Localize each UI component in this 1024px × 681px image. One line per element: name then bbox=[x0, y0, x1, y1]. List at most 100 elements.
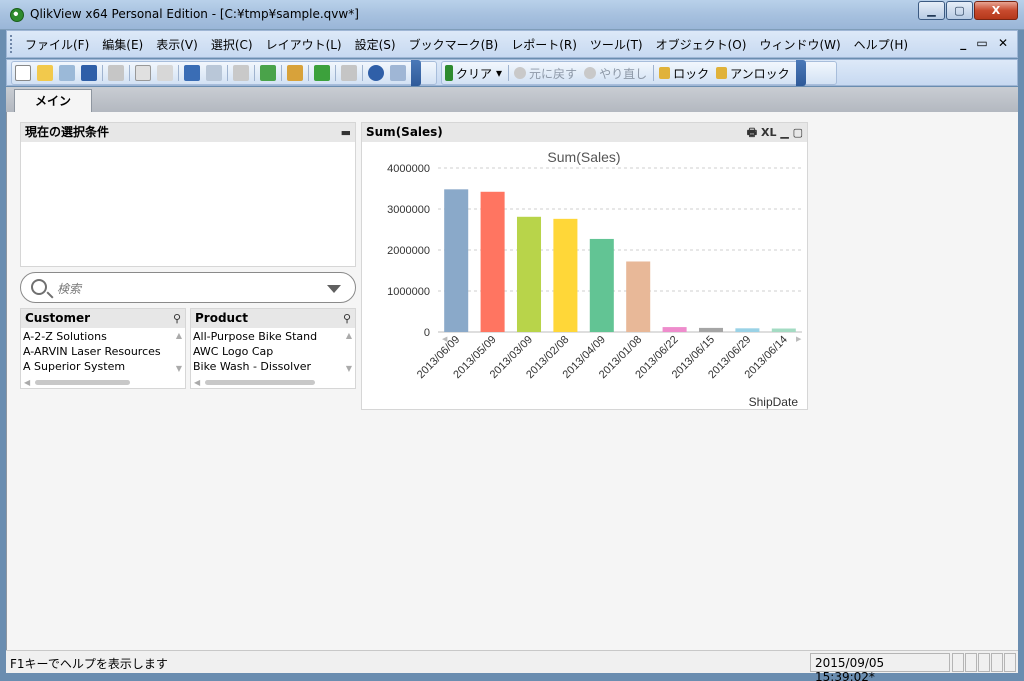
unlock-icon[interactable] bbox=[716, 67, 728, 79]
toolbar-overflow-chevron[interactable] bbox=[795, 60, 806, 86]
edit-icon[interactable] bbox=[341, 65, 357, 81]
search-icon[interactable]: ⚲ bbox=[173, 309, 181, 328]
dropdown-arrow-icon[interactable] bbox=[327, 285, 341, 293]
close-button[interactable]: X bbox=[974, 1, 1018, 20]
open-folder-icon[interactable] bbox=[37, 65, 53, 81]
chart-caption-title: Sum(Sales) bbox=[366, 125, 443, 139]
tab-main[interactable]: メイン bbox=[14, 89, 92, 114]
document-window-controls[interactable]: _ ▭ ✕ bbox=[960, 36, 1011, 50]
menu-reports[interactable]: レポート(R) bbox=[506, 36, 585, 53]
toolbar-separator bbox=[129, 65, 130, 81]
y-tick-label: 4000000 bbox=[387, 163, 430, 175]
current-selections-box[interactable]: 現在の選択条件 ▬ bbox=[20, 122, 356, 267]
unlock-button[interactable]: アンロック bbox=[730, 65, 790, 82]
menu-bookmarks[interactable]: ブックマーク(B) bbox=[404, 36, 507, 53]
menu-edit[interactable]: 編集(E) bbox=[97, 36, 151, 53]
clear-icon[interactable] bbox=[445, 65, 453, 81]
scroll-up-icon[interactable]: ▲ bbox=[346, 331, 352, 340]
maximize-button[interactable]: ▢ bbox=[946, 1, 973, 20]
checkbox-icon[interactable] bbox=[260, 65, 276, 81]
toolbar-overflow-chevron[interactable] bbox=[411, 60, 421, 86]
bar-chart[interactable]: Sum(Sales)010000002000000300000040000002… bbox=[362, 142, 807, 409]
customer-listbox[interactable]: Customer ⚲ A-2-Z Solutions A-ARVIN Laser… bbox=[20, 308, 186, 389]
clear-dropdown-chevron-icon[interactable]: ▾ bbox=[496, 66, 502, 80]
product-title: Product bbox=[195, 311, 248, 325]
chart-caption-icons[interactable]: 🖶 XL ▁ ▢ bbox=[747, 123, 803, 142]
list-item[interactable]: A Superior System bbox=[23, 360, 125, 373]
undo-selection-button[interactable]: 元に戻す bbox=[529, 65, 577, 82]
horizontal-scrollbar[interactable] bbox=[35, 380, 130, 385]
menu-view[interactable]: 表示(V) bbox=[151, 36, 206, 53]
scroll-left-icon[interactable]: ◀ bbox=[194, 378, 200, 387]
list-item[interactable]: A-2-Z Solutions bbox=[23, 330, 107, 343]
menu-layout[interactable]: レイアウト(L) bbox=[261, 36, 350, 53]
search-icon[interactable]: ⚲ bbox=[343, 309, 351, 328]
menu-tools[interactable]: ツール(T) bbox=[585, 36, 651, 53]
toolbar-separator bbox=[281, 65, 282, 81]
redo-selection-button[interactable]: やり直し bbox=[599, 65, 647, 82]
x-axis-label: ShipDate bbox=[749, 395, 799, 409]
y-tick-label: 3000000 bbox=[387, 204, 430, 216]
bar bbox=[444, 189, 469, 332]
search-object[interactable]: 検索 bbox=[20, 272, 356, 303]
status-cell bbox=[1004, 653, 1016, 672]
chart-title: Sum(Sales) bbox=[547, 149, 620, 165]
scroll-down-icon[interactable]: ▼ bbox=[346, 364, 352, 373]
customer-title: Customer bbox=[25, 311, 91, 325]
find-icon[interactable] bbox=[233, 65, 249, 81]
forward-icon[interactable] bbox=[584, 67, 597, 79]
scroll-up-icon[interactable]: ▲ bbox=[176, 331, 182, 340]
menu-select[interactable]: 選択(C) bbox=[206, 36, 261, 53]
toolbar-separator bbox=[254, 65, 255, 81]
toolbar: クリア ▾ 元に戻す やり直し ロック アンロック bbox=[6, 59, 1018, 86]
menu-grip[interactable] bbox=[10, 35, 16, 53]
minimize-button[interactable]: ▁ bbox=[918, 1, 945, 20]
print-icon[interactable] bbox=[108, 65, 124, 81]
sheet-tab-strip: メイン bbox=[6, 87, 1018, 114]
minimize-icon[interactable]: ▬ bbox=[341, 123, 351, 142]
save-icon[interactable] bbox=[81, 65, 97, 81]
horizontal-scrollbar[interactable] bbox=[205, 380, 315, 385]
list-item[interactable]: Bike Wash - Dissolver bbox=[193, 360, 311, 373]
title-bar: QlikView x64 Personal Edition - [C:¥tmp¥… bbox=[0, 0, 1024, 30]
list-item[interactable]: A-ARVIN Laser Resources bbox=[23, 345, 161, 358]
toolbar-separator bbox=[308, 65, 309, 81]
undo-layout-icon[interactable] bbox=[184, 65, 200, 81]
toolbar-separator bbox=[653, 65, 655, 81]
lock-icon[interactable] bbox=[659, 67, 671, 79]
menu-window[interactable]: ウィンドウ(W) bbox=[754, 36, 848, 53]
list-item[interactable]: AWC Logo Cap bbox=[193, 345, 273, 358]
help-icon[interactable] bbox=[368, 65, 384, 81]
search-icon bbox=[31, 279, 47, 295]
bar bbox=[698, 327, 724, 332]
scroll-down-icon[interactable]: ▼ bbox=[176, 364, 182, 373]
star-bookmark-icon[interactable] bbox=[314, 65, 330, 81]
new-document-icon[interactable] bbox=[15, 65, 31, 81]
current-selections-caption: 現在の選択条件 ▬ bbox=[21, 123, 355, 142]
toolbar-separator bbox=[227, 65, 228, 81]
bar bbox=[626, 261, 651, 332]
edit-script-icon[interactable] bbox=[135, 65, 151, 81]
menu-bar: ファイル(F) 編集(E) 表示(V) 選択(C) レイアウト(L) 設定(S)… bbox=[6, 30, 1018, 58]
sum-sales-chart-object[interactable]: Sum(Sales) 🖶 XL ▁ ▢ Sum(Sales) 0 1000000 20… bbox=[361, 122, 808, 410]
lock-button[interactable]: ロック bbox=[673, 65, 709, 82]
menu-object[interactable]: オブジェクト(O) bbox=[651, 36, 755, 53]
toolbar-separator bbox=[335, 65, 336, 81]
product-listbox[interactable]: Product ⚲ All-Purpose Bike Stand AWC Log… bbox=[190, 308, 356, 389]
new-chart-icon[interactable] bbox=[287, 65, 303, 81]
status-cell bbox=[952, 653, 964, 672]
reload-data-icon[interactable] bbox=[157, 65, 173, 81]
scroll-right-icon: ▶ bbox=[796, 335, 802, 343]
reload-icon[interactable] bbox=[59, 65, 75, 81]
clear-button[interactable]: クリア bbox=[456, 65, 492, 82]
list-item[interactable]: All-Purpose Bike Stand bbox=[193, 330, 317, 343]
menu-help[interactable]: ヘルプ(H) bbox=[849, 36, 916, 53]
scroll-left-icon[interactable]: ◀ bbox=[24, 378, 30, 387]
menu-settings[interactable]: 設定(S) bbox=[350, 36, 404, 53]
menu-file[interactable]: ファイル(F) bbox=[20, 36, 97, 53]
status-message: F1キーでヘルプを表示します bbox=[10, 657, 168, 671]
back-icon[interactable] bbox=[514, 67, 527, 79]
qlikview-app-icon bbox=[10, 8, 24, 22]
context-help-icon[interactable] bbox=[390, 65, 406, 81]
redo-layout-icon[interactable] bbox=[206, 65, 222, 81]
